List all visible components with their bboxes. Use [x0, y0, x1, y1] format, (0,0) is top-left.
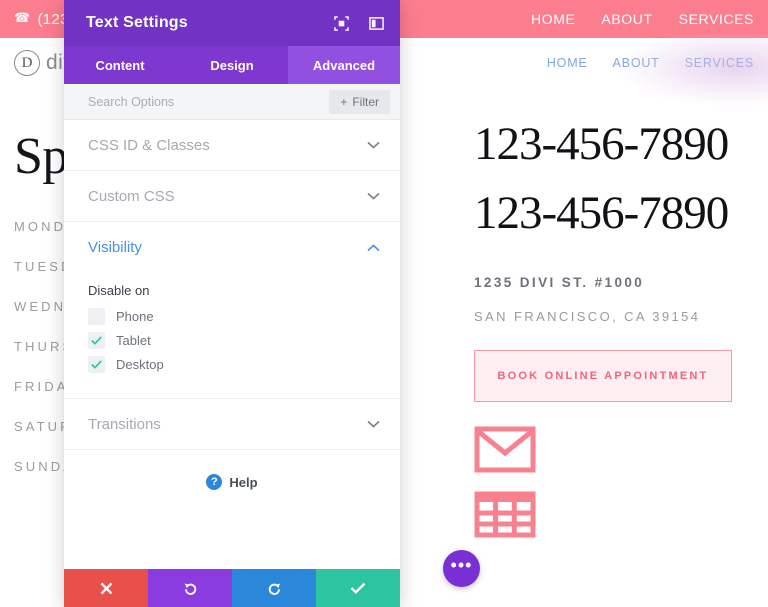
topbar-nav-services[interactable]: SERVICES [679, 11, 754, 27]
modal-title: Text Settings [86, 14, 188, 31]
search-input[interactable]: Search Options [88, 95, 174, 109]
modal-header: Text Settings [64, 0, 400, 46]
book-appointment-button[interactable]: BOOK ONLINE APPOINTMENT [474, 350, 732, 403]
section-visibility[interactable]: Visibility [64, 222, 400, 273]
check-icon [91, 336, 102, 345]
phone-secondary: 123-456-7890 [474, 186, 729, 239]
checkbox-label: Phone [116, 309, 154, 324]
chevron-down-icon [367, 192, 380, 200]
checkbox-box [88, 308, 105, 325]
checkbox-box [88, 356, 105, 373]
filter-button-label: Filter [352, 94, 379, 109]
cancel-button[interactable] [64, 569, 148, 607]
disable-on-label: Disable on [88, 283, 150, 298]
modal-body: CSS ID & Classes Custom CSS Visibility D… [64, 120, 400, 569]
divi-fab-button[interactable]: ••• [443, 550, 480, 587]
checkbox-desktop[interactable]: Desktop [88, 356, 376, 373]
undo-button[interactable] [148, 569, 232, 607]
tab-advanced[interactable]: Advanced [288, 46, 400, 84]
screenshot-root: ☎ (123) HOME ABOUT SERVICES D divi HOME … [0, 0, 768, 607]
help-label: Help [229, 474, 258, 490]
envelope-icon[interactable] [474, 426, 536, 473]
save-button[interactable] [316, 569, 400, 607]
address-line-1: 1235 DIVI ST. #1000 [474, 275, 645, 291]
section-title: Visibility [88, 239, 142, 256]
phone-icon: ☎ [14, 10, 31, 25]
section-custom-css[interactable]: Custom CSS [64, 171, 400, 222]
chevron-down-icon [367, 420, 380, 428]
section-title: Transitions [88, 415, 161, 433]
help-link[interactable]: ? Help [64, 450, 400, 490]
divi-logo-icon: D [14, 50, 40, 76]
text-settings-modal: Text Settings Content Design Advanced Se… [64, 0, 400, 607]
contact-icons [474, 426, 764, 538]
section-title: Custom CSS [88, 187, 175, 205]
topbar-nav-home[interactable]: HOME [531, 11, 575, 27]
undo-icon [184, 582, 196, 595]
checkbox-phone[interactable]: Phone [88, 308, 376, 325]
address-line-2: SAN FRANCISCO, CA 39154 [474, 309, 701, 325]
check-icon [91, 360, 102, 369]
search-row: Search Options + Filter [64, 84, 400, 120]
check-icon [350, 582, 366, 594]
chevron-down-icon [367, 141, 380, 149]
checkbox-label: Tablet [116, 333, 151, 348]
section-title: CSS ID & Classes [88, 136, 210, 154]
modal-header-actions [334, 15, 384, 31]
checkbox-tablet[interactable]: Tablet [88, 332, 376, 349]
panel-layout-icon[interactable] [369, 16, 384, 31]
checkbox-box [88, 332, 105, 349]
plus-icon: + [340, 94, 348, 109]
redo-button[interactable] [232, 569, 316, 607]
tab-content[interactable]: Content [64, 46, 176, 84]
section-transitions[interactable]: Transitions [64, 399, 400, 450]
calendar-grid-icon[interactable] [474, 491, 536, 538]
topbar-nav: HOME ABOUT SERVICES [531, 11, 754, 27]
question-circle-icon: ? [206, 474, 223, 490]
contact-column: 123-456-7890 123-456-7890 1235 DIVI ST. … [474, 118, 764, 538]
filter-button[interactable]: + Filter [329, 89, 390, 114]
redo-icon [268, 582, 280, 595]
modal-footer [64, 569, 400, 607]
topbar-nav-about[interactable]: ABOUT [601, 11, 652, 27]
subnav-about[interactable]: ABOUT [613, 56, 660, 70]
phone-primary: 123-456-7890 [474, 118, 729, 170]
visibility-options: Disable on Phone Tablet Desktop [64, 273, 400, 399]
checkbox-label: Desktop [116, 357, 164, 372]
chevron-up-icon [367, 243, 380, 251]
subnav-home[interactable]: HOME [547, 56, 588, 70]
subnav-services[interactable]: SERVICES [685, 56, 754, 70]
modal-tabs: Content Design Advanced [64, 46, 400, 84]
section-css-id-classes[interactable]: CSS ID & Classes [64, 120, 400, 171]
focus-target-icon[interactable] [334, 15, 349, 31]
tab-design[interactable]: Design [176, 46, 288, 84]
close-icon [100, 582, 112, 594]
header-subnav: HOME ABOUT SERVICES [547, 56, 754, 70]
